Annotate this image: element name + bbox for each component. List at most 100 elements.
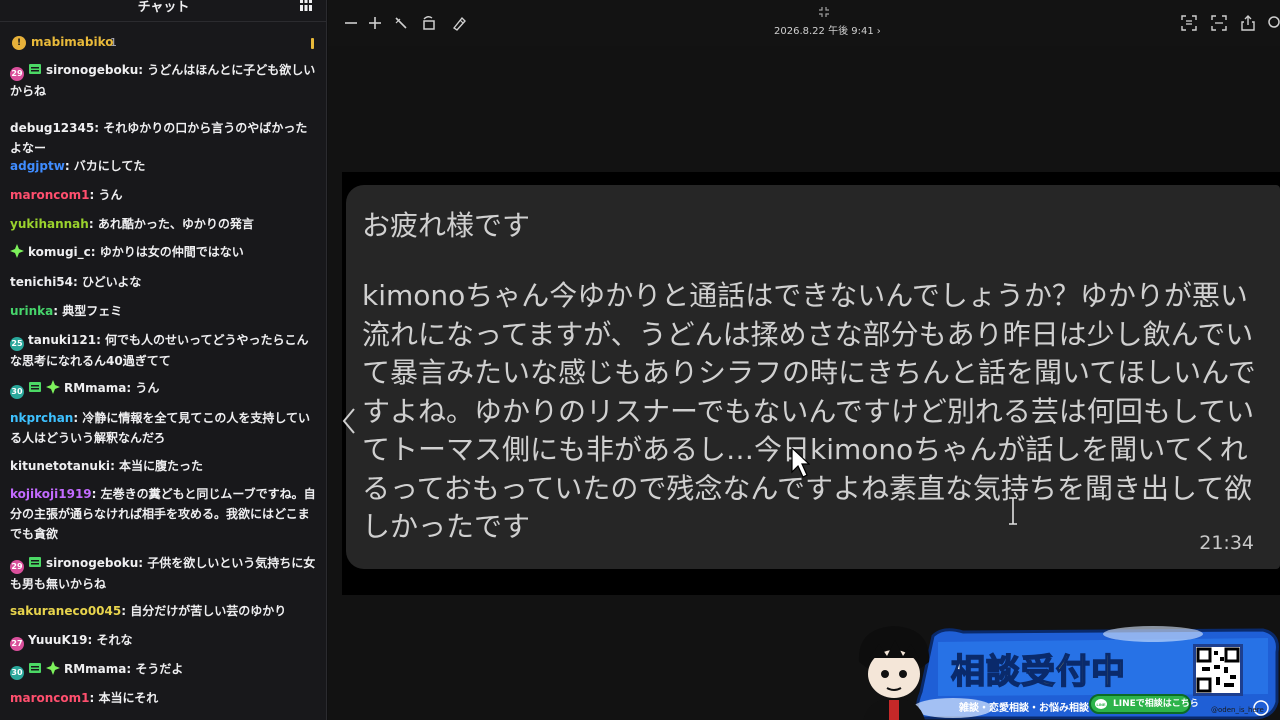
chat-username[interactable]: debug12345 <box>10 121 94 135</box>
rotate-icon[interactable] <box>420 14 438 32</box>
subscriber-badge-icon: 30 <box>10 666 24 680</box>
chat-message[interactable]: yukihannah: あれ酷かった、ゆかりの発言 <box>10 214 316 234</box>
chat-username[interactable]: sironogeboku <box>46 556 138 570</box>
live-text-icon[interactable] <box>1180 14 1198 32</box>
chat-message-list[interactable]: 29 sironogeboku: うどんはほんとに子ども欲しいからね debug12… <box>0 58 327 720</box>
chat-username[interactable]: komugi_c <box>28 245 91 259</box>
search-icon[interactable] <box>1266 14 1280 32</box>
chevron-left-icon[interactable] <box>339 405 359 437</box>
chat-username[interactable]: tanuki121 <box>28 333 96 347</box>
chat-message-text: 典型フェミ <box>62 304 123 318</box>
chat-header: チャット <box>0 0 327 22</box>
annotate-icon[interactable] <box>450 14 468 32</box>
banner-title-b: 受付中 <box>1020 651 1126 693</box>
chat-username[interactable]: sakuraneco0045 <box>10 604 121 618</box>
chat-message-text: バカにしてた <box>73 159 146 173</box>
chat-message-text: ひどいよな <box>81 275 142 289</box>
star-badge-icon <box>46 661 60 675</box>
moderator-badge-icon <box>28 661 42 675</box>
moderator-badge-icon <box>28 555 42 569</box>
community-icon[interactable] <box>299 0 313 12</box>
moderator-badge-icon <box>28 62 42 76</box>
chat-message[interactable]: tenichi54: ひどいよな <box>10 272 316 292</box>
chat-username[interactable]: yukihannah <box>10 217 89 231</box>
chat-message[interactable]: sakuraneco0045: 自分だけが苦しい芸のゆかり <box>10 601 316 621</box>
subscriber-badge-icon: 30 <box>10 385 24 399</box>
zoom-out-icon[interactable] <box>342 14 360 32</box>
chat-message-text: 自分だけが苦しい芸のゆかり <box>130 604 287 618</box>
photo-stage: お疲れ様です kimonoちゃん今ゆかりと通話はできないんでしょうか？ゆかりが悪… <box>342 172 1280 595</box>
chat-username[interactable]: RMmama <box>64 662 126 676</box>
chat-message[interactable]: 27 YuuuK19: それな <box>10 630 316 651</box>
pinned-username[interactable]: mabimabiko <box>31 35 114 49</box>
pinned-marker <box>311 38 314 49</box>
chat-message[interactable]: 30 RMmama: うん <box>10 378 316 399</box>
zoom-in-icon[interactable] <box>366 14 384 32</box>
chat-colon: : <box>91 487 101 501</box>
chat-message-text: うん <box>98 188 123 202</box>
chat-message-text: うん <box>135 381 160 395</box>
subscriber-badge-icon: 27 <box>10 637 24 651</box>
text-cursor-icon <box>1009 497 1017 525</box>
chat-username[interactable]: RMmama <box>64 381 126 395</box>
chat-message-text: あれ酷かった、ゆかりの発言 <box>97 217 254 231</box>
chat-username[interactable]: sironogeboku <box>46 63 138 77</box>
svg-text:LINE: LINE <box>1096 702 1105 707</box>
share-icon[interactable] <box>1239 14 1257 32</box>
subscriber-badge-icon: 29 <box>10 560 24 574</box>
chat-colon: : <box>110 459 120 473</box>
line-button[interactable]: LINE LINEで相談はこちら <box>1089 694 1199 714</box>
chat-colon: : <box>96 333 106 347</box>
chat-username[interactable]: kitunetotanuki <box>10 459 110 473</box>
chat-message[interactable]: adgjptw: バカにしてた <box>10 156 316 176</box>
chat-title: チャット <box>137 0 190 15</box>
chat-message-text: 本当に腹たった <box>119 459 204 473</box>
chat-username[interactable]: tenichi54 <box>10 275 73 289</box>
chat-colon: : <box>73 275 82 289</box>
star-badge-icon <box>10 244 24 258</box>
chat-colon: : <box>138 556 148 570</box>
chat-colon: : <box>138 63 148 77</box>
mascot-character-icon <box>858 626 930 720</box>
chat-colon: : <box>90 245 100 259</box>
chat-message[interactable]: nkprchan: 冷静に情報を全て見てこの人を支持している人はどういう解釈なん… <box>10 408 316 448</box>
fullscreen-icon[interactable] <box>1210 14 1228 32</box>
message-greeting: お疲れ様です <box>362 209 531 242</box>
chat-username[interactable]: urinka <box>10 304 53 318</box>
line-button-label: LINEで相談はこちら <box>1113 699 1199 709</box>
chat-message[interactable]: 29 sironogeboku: うどんはほんとに子ども欲しいからね <box>10 60 316 101</box>
photo-timestamp[interactable]: 2026.8.22 午後 9:41 › <box>774 22 894 37</box>
chat-message[interactable]: 30 RMmama: そうだよ <box>10 659 316 680</box>
chat-username[interactable]: maroncom1 <box>10 691 90 705</box>
chat-colon: : <box>88 217 98 231</box>
chat-message[interactable]: maroncom1: うん <box>10 185 316 205</box>
star-badge-icon <box>46 380 60 394</box>
viewer-toolbar: 2026.8.22 午後 9:41 › <box>328 0 1280 46</box>
fit-window-icon[interactable] <box>818 6 830 18</box>
chat-username[interactable]: adgjptw <box>10 159 65 173</box>
chat-message[interactable]: kitunetotanuki: 本当に腹たった <box>10 456 316 476</box>
markup-icon[interactable] <box>392 14 410 32</box>
chat-panel: チャット ! mabimabiko 1 29 sironogeboku: うどんは… <box>0 0 327 720</box>
chat-message[interactable]: komugi_c: ゆかりは女の仲間ではない <box>10 242 316 262</box>
chat-message-text: 本当にそれ <box>98 691 159 705</box>
chat-message[interactable]: urinka: 典型フェミ <box>10 301 316 321</box>
consultation-banner[interactable]: 相談受付中 雑談・恋愛相談・お悩み相談 LINE LINEで相談はこちら @od… <box>843 622 1280 720</box>
chat-message[interactable]: debug12345: それゆかりの口から言うのやばかったよなー <box>10 118 316 158</box>
chat-message[interactable]: 29 sironogeboku: 子供を欲しいという気持ちに女も男も無いからね <box>10 553 316 594</box>
chat-username[interactable]: maroncom1 <box>10 188 90 202</box>
chat-colon: : <box>89 691 99 705</box>
chat-message[interactable]: kojikoji1919: 左巻きの糞どもと同じムーブですね。自分の主張が通らな… <box>10 484 316 544</box>
chat-message[interactable]: 25 tanuki121: 何でも人のせいってどうやったらこんな思考になれるん40… <box>10 330 316 371</box>
chat-message-text: そうだよ <box>135 662 184 676</box>
mouse-pointer-icon <box>791 446 810 478</box>
pinned-count: 1 <box>110 36 117 49</box>
chat-message[interactable]: maroncom1: 本当にそれ <box>10 688 316 708</box>
chat-username[interactable]: YuuuK19 <box>28 633 87 647</box>
chat-username[interactable]: nkprchan <box>10 411 73 425</box>
qr-code[interactable] <box>1193 644 1243 696</box>
pinned-message[interactable]: ! mabimabiko 1 <box>0 32 327 54</box>
chat-colon: : <box>53 304 63 318</box>
chat-username[interactable]: kojikoji1919 <box>10 487 92 501</box>
image-viewer: 2026.8.22 午後 9:41 › お疲れ様です kimonoちゃん今ゆかりと… <box>328 0 1280 720</box>
